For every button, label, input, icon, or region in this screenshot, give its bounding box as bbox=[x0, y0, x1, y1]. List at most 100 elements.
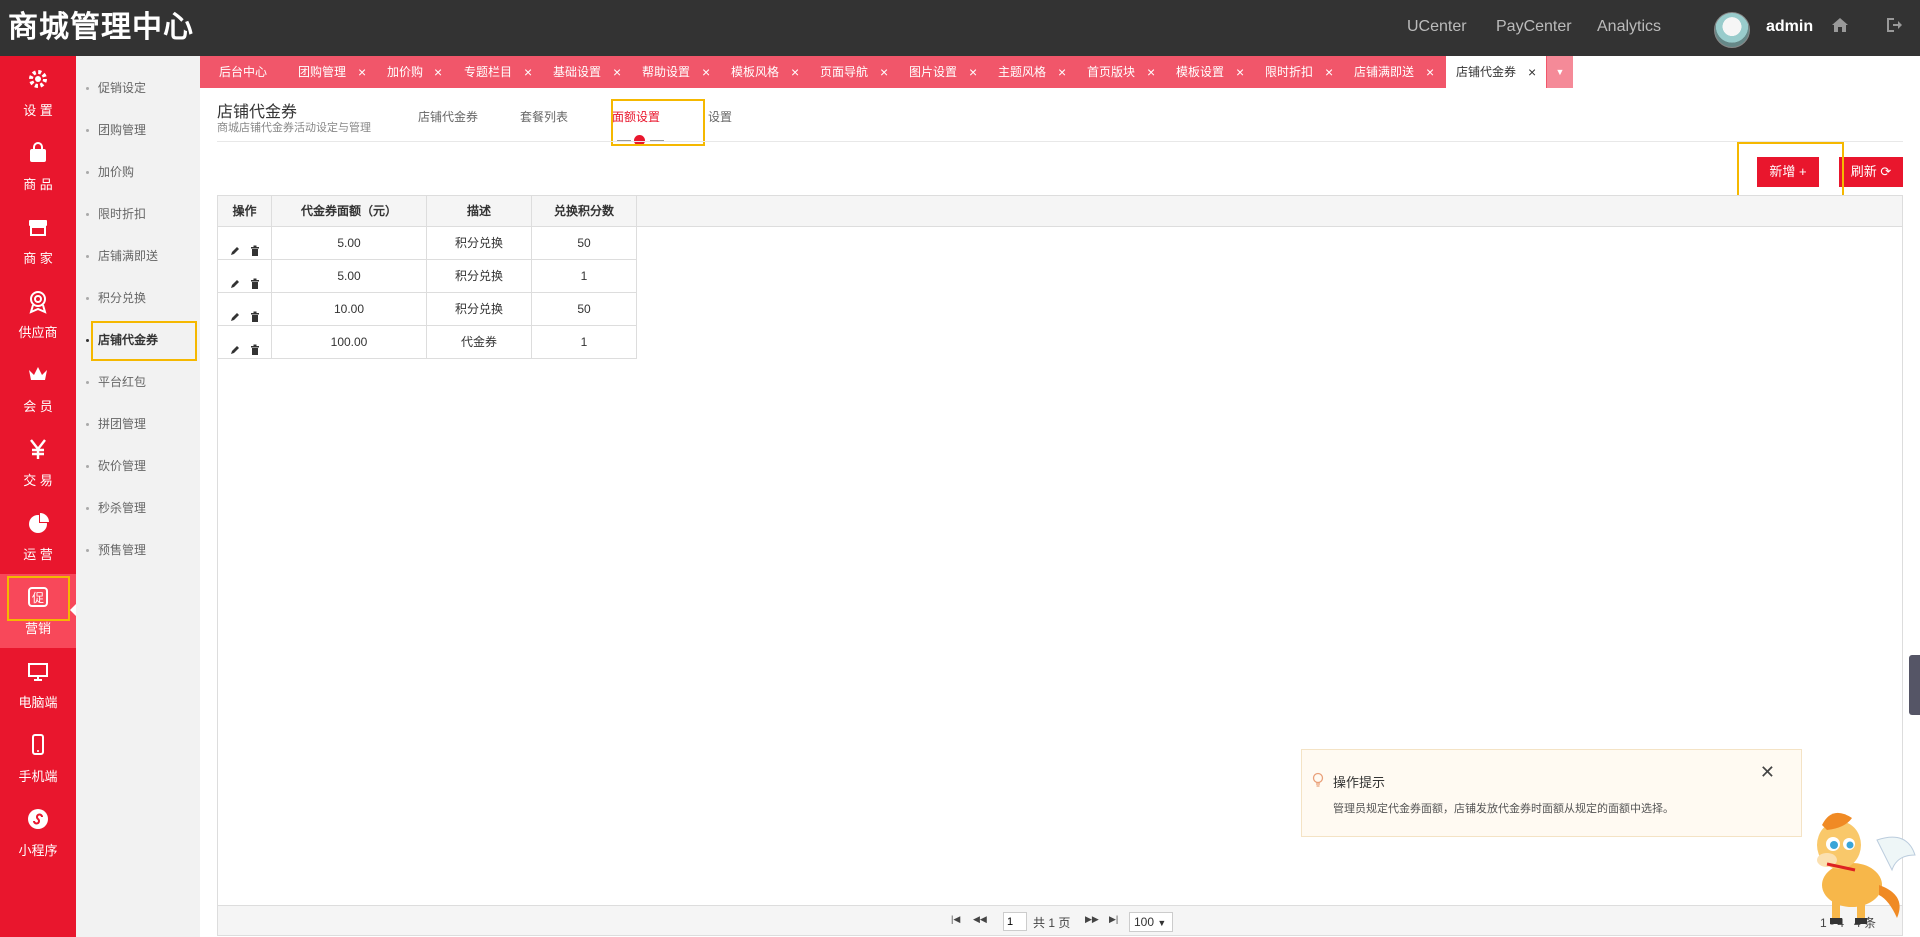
table-row-actions bbox=[218, 293, 272, 326]
edit-icon[interactable] bbox=[229, 303, 241, 321]
crown-icon bbox=[0, 364, 76, 394]
column-header[interactable]: 描述 bbox=[427, 196, 532, 227]
last-page-icon[interactable]: ▶| bbox=[1109, 914, 1118, 925]
nav-paycenter[interactable]: PayCenter bbox=[1496, 18, 1572, 36]
column-header[interactable]: 代金券面额（元） bbox=[272, 196, 427, 227]
close-icon[interactable]: × bbox=[969, 56, 977, 88]
submenu-item[interactable]: 积分兑换 bbox=[76, 281, 200, 315]
tab[interactable]: 首页版块 × bbox=[1087, 56, 1155, 88]
nav-goods[interactable]: 商 品 bbox=[0, 130, 76, 204]
submenu-item[interactable]: 加价购 bbox=[76, 155, 200, 189]
close-icon[interactable]: × bbox=[1236, 56, 1244, 88]
page-tab-active[interactable]: 面额设置 bbox=[612, 108, 660, 125]
tab[interactable]: 后台中心 bbox=[219, 56, 267, 88]
close-icon[interactable]: × bbox=[613, 56, 621, 88]
nav-miniprogram[interactable]: 小程序 bbox=[0, 796, 76, 870]
submenu-item-active[interactable]: 店铺代金券 bbox=[76, 323, 200, 357]
close-icon[interactable]: × bbox=[1147, 56, 1155, 88]
delete-icon[interactable] bbox=[249, 303, 261, 322]
close-icon[interactable]: × bbox=[880, 56, 888, 88]
prev-page-icon[interactable]: ◀◀ bbox=[973, 914, 987, 925]
close-icon[interactable]: × bbox=[358, 56, 366, 88]
nav-mobile[interactable]: 手机端 bbox=[0, 722, 76, 796]
add-button[interactable]: 新增 + bbox=[1757, 157, 1819, 187]
submenu-item[interactable]: 团购管理 bbox=[76, 113, 200, 147]
tab[interactable]: 专题栏目 × bbox=[464, 56, 532, 88]
submenu-item[interactable]: 促销设定 bbox=[76, 71, 200, 105]
nav-analytics[interactable]: Analytics bbox=[1597, 18, 1661, 36]
nav-supplier[interactable]: 供应商 bbox=[0, 278, 76, 352]
first-page-icon[interactable]: |◀ bbox=[951, 914, 960, 925]
edit-icon[interactable] bbox=[229, 270, 241, 288]
table-row-actions bbox=[218, 326, 272, 359]
tip-body: 管理员规定代金券面额，店铺发放代金券时面额从规定的面额中选择。 bbox=[1333, 803, 1674, 815]
logout-icon[interactable] bbox=[1885, 16, 1903, 39]
nav-merchant[interactable]: 商 家 bbox=[0, 204, 76, 278]
close-icon[interactable]: × bbox=[1058, 56, 1066, 88]
close-icon[interactable]: × bbox=[1426, 56, 1434, 88]
delete-icon[interactable] bbox=[249, 237, 261, 256]
tab[interactable]: 加价购 × bbox=[387, 56, 442, 88]
page-tab[interactable]: 设置 bbox=[708, 108, 732, 125]
cell-desc: 积分兑换 bbox=[427, 227, 532, 260]
close-icon[interactable]: ✕ bbox=[1760, 762, 1775, 783]
submenu-item[interactable]: 平台红包 bbox=[76, 365, 200, 399]
close-icon[interactable]: × bbox=[1325, 56, 1333, 88]
table-row-actions bbox=[218, 227, 272, 260]
refresh-button[interactable]: 刷新 ⟳ bbox=[1839, 157, 1903, 187]
close-icon[interactable]: × bbox=[791, 56, 799, 88]
edit-icon[interactable] bbox=[229, 237, 241, 255]
username[interactable]: admin bbox=[1766, 18, 1813, 36]
tab[interactable]: 店铺满即送 × bbox=[1354, 56, 1434, 88]
tab[interactable]: 页面导航 × bbox=[820, 56, 888, 88]
tab[interactable]: 模板风格 × bbox=[731, 56, 799, 88]
nav-marketing[interactable]: 促 营销 bbox=[0, 574, 76, 648]
cell-desc: 代金券 bbox=[427, 326, 532, 359]
page-input[interactable] bbox=[1003, 912, 1027, 931]
tab[interactable]: 图片设置 × bbox=[909, 56, 977, 88]
tab[interactable]: 主题风格 × bbox=[998, 56, 1066, 88]
brand-title: 商城管理中心 bbox=[8, 11, 194, 44]
nav-ucenter[interactable]: UCenter bbox=[1407, 18, 1467, 36]
nav-member[interactable]: 会 员 bbox=[0, 352, 76, 426]
tab[interactable]: 模板设置 × bbox=[1176, 56, 1244, 88]
nav-pc[interactable]: 电脑端 bbox=[0, 648, 76, 722]
tab[interactable]: 限时折扣 × bbox=[1265, 56, 1333, 88]
submenu-item[interactable]: 秒杀管理 bbox=[76, 491, 200, 525]
cell-amount: 5.00 bbox=[272, 260, 427, 293]
submenu-item[interactable]: 限时折扣 bbox=[76, 197, 200, 231]
close-icon[interactable]: × bbox=[702, 56, 710, 88]
delete-icon[interactable] bbox=[249, 270, 261, 289]
home-icon[interactable] bbox=[1831, 16, 1849, 39]
delete-icon[interactable] bbox=[249, 336, 261, 355]
avatar[interactable] bbox=[1714, 12, 1750, 48]
cell-amount: 5.00 bbox=[272, 227, 427, 260]
column-header[interactable]: 操作 bbox=[218, 196, 272, 227]
pager: |◀ ◀◀ 共 1 页 ▶▶ ▶| 100 ▼ 1 - 4 4 条 bbox=[218, 905, 1902, 935]
submenu-item[interactable]: 店铺满即送 bbox=[76, 239, 200, 273]
close-icon[interactable]: × bbox=[434, 56, 442, 88]
tab[interactable]: 基础设置 × bbox=[553, 56, 621, 88]
submenu-item[interactable]: 砍价管理 bbox=[76, 449, 200, 483]
nav-settings[interactable]: 设 置 bbox=[0, 56, 76, 130]
page-tab[interactable]: 套餐列表 bbox=[520, 108, 568, 125]
tab-more-button[interactable]: ▼ bbox=[1547, 56, 1573, 88]
page-tab[interactable]: 店铺代金券 bbox=[418, 108, 478, 125]
tab[interactable]: 帮助设置 × bbox=[642, 56, 710, 88]
submenu-item[interactable]: 预售管理 bbox=[76, 533, 200, 567]
total-pages: 共 1 页 bbox=[1033, 916, 1071, 930]
tab-active[interactable]: 店铺代金券 × bbox=[1446, 56, 1546, 88]
edit-icon[interactable] bbox=[229, 336, 241, 354]
nav-trade[interactable]: 交 易 bbox=[0, 426, 76, 500]
close-icon[interactable]: × bbox=[1528, 56, 1536, 88]
tab[interactable]: 团购管理 × bbox=[298, 56, 366, 88]
next-page-icon[interactable]: ▶▶ bbox=[1085, 914, 1099, 925]
submenu-item[interactable]: 拼团管理 bbox=[76, 407, 200, 441]
side-handle[interactable] bbox=[1909, 655, 1920, 715]
pie-chart-icon bbox=[0, 512, 76, 542]
close-icon[interactable]: × bbox=[524, 56, 532, 88]
column-header[interactable]: 兑换积分数 bbox=[532, 196, 637, 227]
svg-text:促: 促 bbox=[32, 591, 44, 605]
page-size-select[interactable]: 100 ▼ bbox=[1129, 912, 1173, 932]
nav-operation[interactable]: 运 营 bbox=[0, 500, 76, 574]
